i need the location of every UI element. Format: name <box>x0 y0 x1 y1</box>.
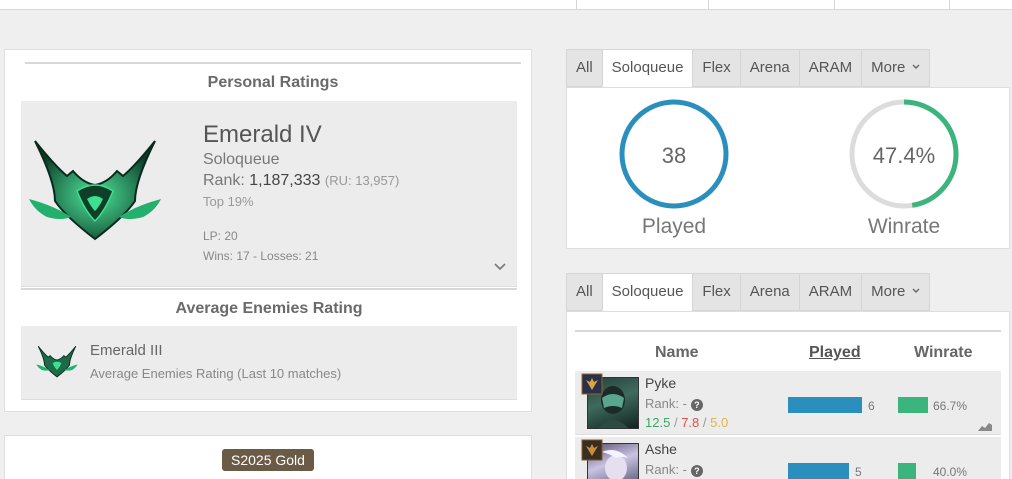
help-icon[interactable]: ? <box>690 465 703 477</box>
nav-divider <box>834 0 835 10</box>
column-winrate[interactable]: Winrate <box>914 344 973 362</box>
played-bar <box>788 397 862 413</box>
tab-more-label: More <box>871 59 906 76</box>
champion-rank: Rank: -? <box>645 396 703 411</box>
rank-name: Emerald IV <box>203 121 322 148</box>
wins-losses: Wins: 17 - Losses: 21 <box>203 249 319 263</box>
tab-soloqueue[interactable]: Soloqueue <box>601 49 693 87</box>
played-label: Played <box>641 215 707 238</box>
champion-name: Pyke <box>645 375 677 391</box>
stats-card: 38 Played 47.4% Winrate <box>566 87 1010 249</box>
tab-more-label: More <box>871 283 906 300</box>
graph-icon[interactable] <box>978 421 992 431</box>
rank-number: 1,187,333 <box>249 172 321 189</box>
queue-tabs-stats: All Soloqueue Flex Arena ARAM More <box>566 49 931 87</box>
champion-kda: 12.5 / 7.8 / 5.0 <box>645 415 728 430</box>
played-count: 6 <box>868 399 875 413</box>
winrate-bar <box>898 397 928 413</box>
emerald-emblem-icon <box>29 140 161 241</box>
tab-flex[interactable]: Flex <box>692 49 740 87</box>
tab-arena[interactable]: Arena <box>739 49 799 87</box>
champions-card: Name Played Winrate Pyke Rank: -? 12.5 /… <box>566 311 1010 479</box>
played-count: 5 <box>855 465 862 479</box>
personal-ratings-header: Personal Ratings <box>25 62 521 100</box>
winrate-value: 40.0% <box>933 465 968 479</box>
rank-position: Rank: 1,187,333 (RU: 13,957) <box>203 172 399 190</box>
kda-sep: / <box>673 415 678 430</box>
winrate-label: Winrate <box>867 215 941 238</box>
enemies-rating-header: Average Enemies Rating <box>21 288 517 326</box>
chevron-down-icon <box>912 288 920 293</box>
emerald-emblem-small-icon <box>36 345 78 378</box>
winrate-value: 66.7% <box>933 399 968 413</box>
played-value: 38 <box>661 143 687 168</box>
table-row[interactable]: Pyke Rank: -? 12.5 / 7.8 / 5.0 6 66.7% <box>575 371 1001 435</box>
tab-soloqueue[interactable]: Soloqueue <box>601 273 693 311</box>
champion-rank: Rank: -? <box>645 462 703 477</box>
tab-aram[interactable]: ARAM <box>798 273 862 311</box>
personal-rank-box[interactable]: Emerald IV Soloqueue Rank: 1,187,333 (RU… <box>21 101 517 287</box>
champion-rank-text: Rank: - <box>645 462 687 477</box>
league-points: LP: 20 <box>203 229 238 243</box>
rank-badge-icon <box>581 373 603 395</box>
kda-sep: / <box>702 415 707 430</box>
champions-table-header: Name Played Winrate <box>575 330 1001 372</box>
tab-aram[interactable]: ARAM <box>798 49 862 87</box>
rank-badge-icon <box>581 439 603 461</box>
nav-divider <box>949 0 950 10</box>
season-card: S2025 Gold <box>4 435 532 479</box>
kda-assists: 5.0 <box>710 415 729 430</box>
top-nav-strip <box>0 0 1012 10</box>
tab-all[interactable]: All <box>566 49 602 87</box>
nav-divider <box>576 0 577 10</box>
help-icon[interactable]: ? <box>690 399 703 411</box>
played-bar <box>788 463 849 479</box>
tab-arena[interactable]: Arena <box>739 273 799 311</box>
kda-kills: 12.5 <box>645 415 671 430</box>
winrate-bar <box>898 463 916 479</box>
rank-prefix: Rank: <box>203 172 245 189</box>
champion-rank-text: Rank: - <box>645 396 687 411</box>
table-row[interactable]: Ashe Rank: -? 5 40.0% <box>575 437 1001 479</box>
tab-all[interactable]: All <box>566 273 602 311</box>
tab-more[interactable]: More <box>861 49 931 87</box>
champion-name: Ashe <box>645 441 677 457</box>
season-badge: S2025 Gold <box>222 449 314 471</box>
enemies-rank: Emerald III <box>90 342 163 359</box>
column-name[interactable]: Name <box>655 344 699 362</box>
rank-percentile: Top 19% <box>203 194 254 209</box>
winrate-value: 47.4% <box>872 143 936 168</box>
rank-region: (RU: 13,957) <box>324 173 400 188</box>
queue-tabs-champions: All Soloqueue Flex Arena ARAM More <box>566 273 931 311</box>
ratings-card: Personal Ratings Emerald IV Soloqueue Ra… <box>4 49 532 412</box>
tab-flex[interactable]: Flex <box>692 273 740 311</box>
tab-more[interactable]: More <box>861 273 931 311</box>
enemies-rank-box: Emerald III Average Enemies Rating (Last… <box>21 326 517 400</box>
enemies-subtitle: Average Enemies Rating (Last 10 matches) <box>90 366 342 381</box>
chevron-down-icon[interactable] <box>493 261 507 273</box>
rank-queue: Soloqueue <box>203 151 280 168</box>
column-played[interactable]: Played <box>809 344 861 362</box>
chevron-down-icon <box>912 64 920 69</box>
kda-deaths: 7.8 <box>681 415 700 430</box>
nav-divider <box>708 0 709 10</box>
